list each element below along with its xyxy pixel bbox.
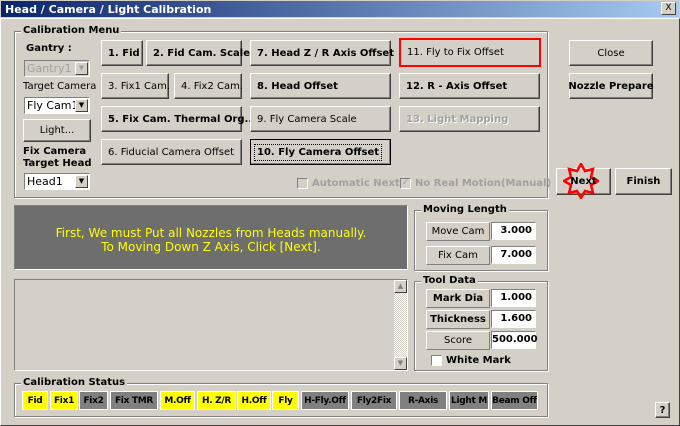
check-icon: ✓ <box>400 178 411 189</box>
automatic-next-checkbox[interactable]: Automatic Next <box>297 178 400 189</box>
light-mapping-button[interactable]: 13. Light Mapping <box>399 106 540 132</box>
message-line-1: First, We must Put all Nozzles from Head… <box>55 226 367 240</box>
fid-button[interactable]: 1. Fid <box>101 40 143 66</box>
fiducial-camera-offset-button[interactable]: 6. Fiducial Camera Offset <box>101 139 242 165</box>
fly-camera-offset-label: 10. Fly Camera Offset <box>253 143 383 161</box>
fix-camera-label: Fix Camera <box>23 146 87 157</box>
no-real-motion-label: No Real Motion(Manual) <box>415 178 552 189</box>
fly-camera-scale-button[interactable]: 9. Fly Camera Scale <box>250 106 391 132</box>
white-mark-label: White Mark <box>446 355 511 366</box>
fly-to-fix-offset-button[interactable]: 11. Fly to Fix Offset <box>399 38 541 67</box>
window-title: Head / Camera / Light Calibration <box>5 3 212 16</box>
scroll-down-icon[interactable]: ▼ <box>394 357 407 370</box>
status-cell: H.Off <box>237 391 271 410</box>
status-cell: Fly <box>272 391 299 410</box>
log-list[interactable]: ▲ ▼ <box>14 279 408 371</box>
status-cell: H. Z/R <box>197 391 236 410</box>
target-head-label: Target Head <box>23 158 92 169</box>
gantry-select[interactable]: Gantry1 ▼ <box>24 60 90 77</box>
next-button[interactable]: Next <box>556 163 611 199</box>
status-cell: Fix TMR <box>110 391 158 410</box>
log-scrollbar[interactable]: ▲ ▼ <box>394 280 407 370</box>
chevron-down-icon: ▼ <box>75 62 88 75</box>
mark-dia-label: Mark Dia <box>426 289 490 308</box>
gantry-value: Gantry1 <box>27 62 72 75</box>
chevron-down-icon: ▼ <box>75 175 88 188</box>
r-axis-offset-button[interactable]: 12. R - Axis Offset <box>399 73 540 99</box>
calibration-menu-label: Calibration Menu <box>21 25 122 36</box>
move-cam-label: Move Cam <box>426 222 490 241</box>
fid-cam-scale-button[interactable]: 2. Fid Cam. Scale <box>146 40 250 66</box>
score-input[interactable]: 500.000 <box>491 331 538 349</box>
target-camera-value: Fly Cam1 <box>27 99 79 112</box>
target-camera-select[interactable]: Fly Cam1 ▼ <box>24 97 90 114</box>
thickness-label: Thickness <box>426 310 490 329</box>
target-camera-label: Target Camera <box>23 81 97 92</box>
target-head-select[interactable]: Head1 ▼ <box>24 173 90 190</box>
checkbox-box <box>431 355 442 366</box>
fix1-cam-button[interactable]: 3. Fix1 Cam. <box>101 73 170 99</box>
status-cell: Light M <box>449 391 489 410</box>
light-button[interactable]: Light... <box>23 119 91 142</box>
moving-length-label: Moving Length <box>421 204 509 215</box>
status-cell: M.Off <box>160 391 195 410</box>
thickness-input[interactable]: 1.600 <box>491 310 536 328</box>
automatic-next-label: Automatic Next <box>312 178 400 189</box>
status-cell: Fix1 <box>50 391 78 410</box>
checkbox-box <box>297 178 308 189</box>
window-close-button[interactable]: X <box>661 2 676 15</box>
help-button[interactable]: ? <box>655 402 670 418</box>
chevron-down-icon: ▼ <box>75 99 88 112</box>
message-line-2: To Moving Down Z Axis, Click [Next]. <box>101 240 321 254</box>
target-head-value: Head1 <box>27 175 63 188</box>
finish-button[interactable]: Finish <box>615 168 672 195</box>
status-cell: H-Fly.Off <box>301 391 349 410</box>
no-real-motion-checkbox[interactable]: ✓ No Real Motion(Manual) <box>400 178 551 189</box>
score-label: Score <box>426 331 490 350</box>
scroll-up-icon[interactable]: ▲ <box>394 280 407 293</box>
close-button[interactable]: Close <box>569 40 653 66</box>
status-cell: Beam Off <box>491 391 538 410</box>
fly-camera-offset-button[interactable]: 10. Fly Camera Offset <box>250 139 391 165</box>
status-cell: Fid <box>22 391 48 410</box>
head-zr-axis-offset-button[interactable]: 7. Head Z / R Axis Offset <box>250 40 394 66</box>
instruction-message: First, We must Put all Nozzles from Head… <box>14 205 408 270</box>
status-cell: Fly2Fix <box>351 391 397 410</box>
title-bar: Head / Camera / Light Calibration <box>0 0 680 18</box>
mark-dia-input[interactable]: 1.000 <box>491 289 536 307</box>
gantry-label: Gantry : <box>26 43 72 54</box>
nozzle-prepare-button[interactable]: Nozzle Prepare <box>568 73 654 99</box>
next-label: Next <box>570 176 597 187</box>
fix-cam-thermal-button[interactable]: 5. Fix Cam. Thermal Org... <box>101 106 256 132</box>
status-cell: Fix2 <box>79 391 108 410</box>
status-cell: R-Axis <box>399 391 447 410</box>
white-mark-checkbox[interactable]: White Mark <box>431 355 511 366</box>
fix-cam-input[interactable]: 7.000 <box>491 246 536 264</box>
move-cam-input[interactable]: 3.000 <box>491 222 536 240</box>
head-offset-button[interactable]: 8. Head Offset <box>250 73 391 99</box>
calibration-status-label: Calibration Status <box>21 377 128 388</box>
fix-cam-label: Fix Cam <box>426 246 490 265</box>
fix2-cam-button[interactable]: 4. Fix2 Cam. <box>174 73 243 99</box>
tool-data-label: Tool Data <box>421 275 478 286</box>
